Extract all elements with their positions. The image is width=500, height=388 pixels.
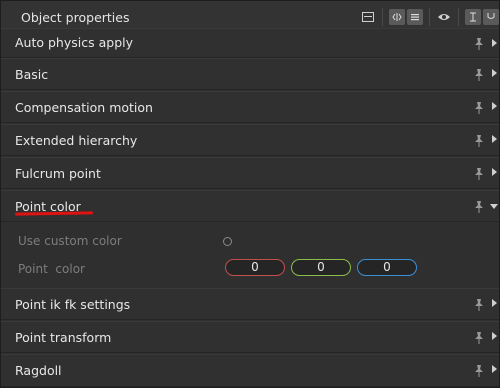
point-color-r-field[interactable]: 0 [225,259,285,276]
use-custom-color-radio[interactable] [223,237,232,246]
toolbar-divider [382,8,383,26]
pin-icon[interactable] [473,199,485,213]
section-extended-hierarchy[interactable]: Extended hierarchy [1,124,499,156]
section-auto-physics-apply[interactable]: Auto physics apply [1,28,499,58]
chevron-right-icon[interactable] [492,365,497,373]
chevron-right-icon[interactable] [492,332,497,340]
toolbar-divider [429,8,430,26]
pin-icon[interactable] [473,67,485,81]
code-icon[interactable] [389,9,405,25]
section-label: Compensation motion [15,100,153,115]
toolbar-divider [458,8,459,26]
section-label: Auto physics apply [15,35,133,50]
point-color-label: Point color [18,262,85,276]
pin-icon[interactable] [473,100,485,114]
list-icon[interactable] [407,9,423,25]
chevron-right-icon[interactable] [492,39,497,47]
point-color-b-field[interactable]: 0 [357,259,417,276]
section-fulcrum-point[interactable]: Fulcrum point [1,157,499,189]
text-cursor-icon[interactable] [465,9,481,25]
section-point-transform[interactable]: Point transform [1,321,499,353]
section-label: Fulcrum point [15,166,101,181]
section-point-color[interactable]: Point color [1,190,499,222]
underline-icon[interactable] [483,9,499,25]
use-custom-color-label: Use custom color [18,234,122,248]
section-label: Ragdoll [15,363,62,378]
section-label: Point ik fk settings [15,297,131,312]
chevron-right-icon[interactable] [492,299,497,307]
pin-icon[interactable] [473,330,485,344]
point-color-body: Use custom color Point color 0 0 0 [1,222,499,289]
pin-icon[interactable] [473,36,485,50]
chevron-right-icon[interactable] [492,135,497,143]
pin-icon[interactable] [473,133,485,147]
eye-icon[interactable] [436,9,452,25]
section-label: Extended hierarchy [15,133,138,148]
point-color-g-field[interactable]: 0 [291,259,351,276]
object-properties-panel: Object properties Auto physics apply Bas… [0,0,500,388]
section-basic[interactable]: Basic [1,58,499,90]
pin-icon[interactable] [473,297,485,311]
section-label: Point transform [15,330,112,345]
chevron-right-icon[interactable] [492,168,497,176]
panel-icon[interactable] [360,9,376,25]
pin-icon[interactable] [473,363,485,377]
section-label: Basic [15,67,49,82]
title-toolbar [360,8,499,26]
chevron-down-icon[interactable] [490,204,498,209]
section-ragdoll[interactable]: Ragdoll [1,354,499,387]
chevron-right-icon[interactable] [492,102,497,110]
chevron-right-icon[interactable] [492,69,497,77]
panel-title: Object properties [21,10,130,25]
section-compensation-motion[interactable]: Compensation motion [1,91,499,123]
pin-icon[interactable] [473,166,485,180]
section-point-ik-fk-settings[interactable]: Point ik fk settings [1,288,499,320]
